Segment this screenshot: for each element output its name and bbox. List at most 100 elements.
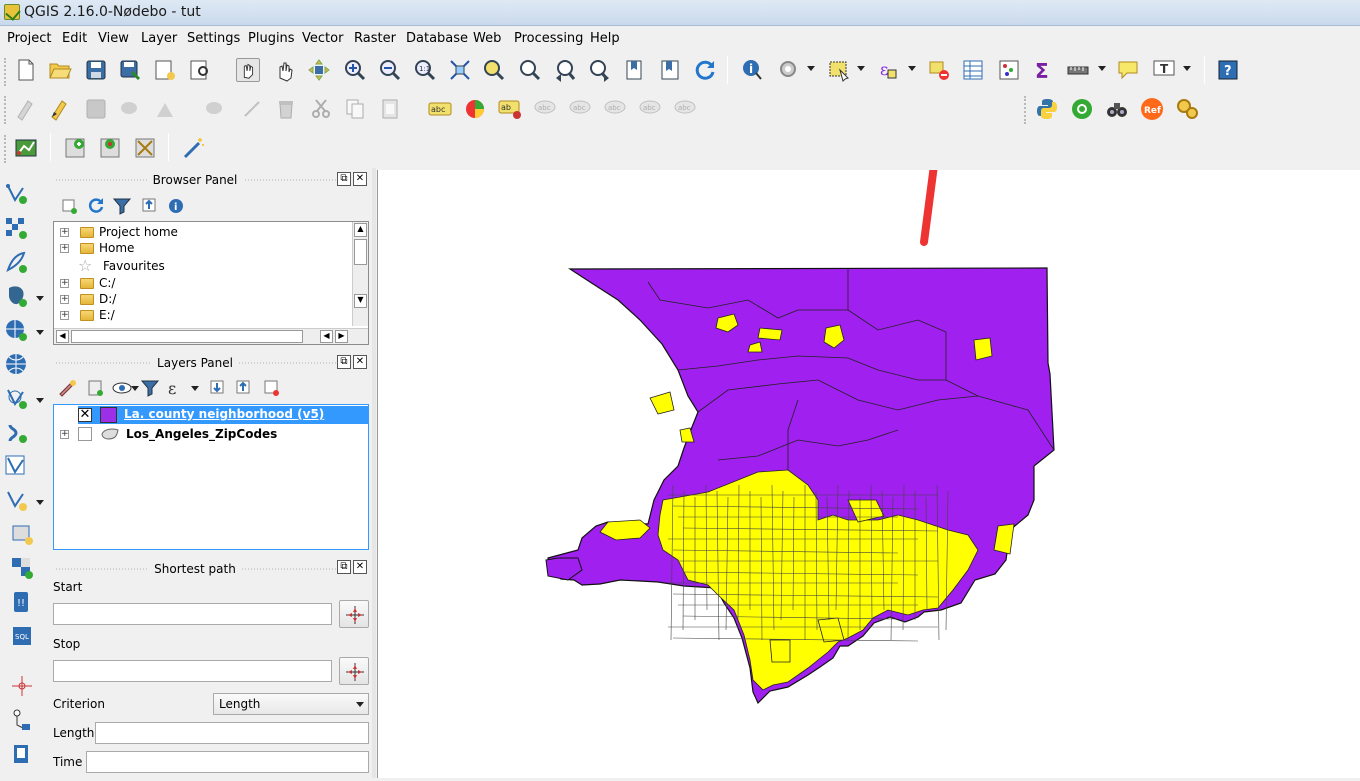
expand-all-icon[interactable]	[206, 376, 230, 400]
criterion-select[interactable]: Length	[213, 693, 369, 715]
expand-icon[interactable]: +	[60, 311, 69, 320]
zoom-last-icon[interactable]	[553, 58, 577, 82]
scroll-right-arrow-icon[interactable]: ▶	[335, 330, 348, 343]
show-bookmarks-icon[interactable]	[658, 58, 682, 82]
expand-icon[interactable]: +	[60, 295, 69, 304]
deselect-all-icon[interactable]	[927, 58, 951, 82]
add-group-icon[interactable]	[84, 376, 108, 400]
new-project-icon[interactable]	[14, 58, 38, 82]
interpolation-icon[interactable]	[133, 136, 157, 160]
search-binoculars-icon[interactable]	[1105, 97, 1129, 121]
delete-selected-node-icon[interactable]	[240, 97, 264, 121]
menu-database[interactable]: Database	[406, 31, 468, 46]
layers-panel-float-button[interactable]: ⧉	[337, 355, 351, 369]
wms-dropdown-arrow[interactable]	[36, 330, 44, 335]
zip-area-polygon[interactable]	[649, 391, 675, 415]
shortest-path-float-button[interactable]: ⧉	[337, 560, 351, 574]
attribute-table-icon[interactable]	[961, 58, 985, 82]
zoom-next-icon[interactable]	[588, 58, 612, 82]
layer-styling-icon[interactable]	[56, 376, 80, 400]
menu-processing[interactable]: Processing	[514, 31, 583, 46]
add-mssql-layer-icon[interactable]	[10, 522, 34, 546]
browser-properties-icon[interactable]: i	[164, 194, 188, 218]
text-annotation-icon[interactable]: T	[1152, 58, 1176, 82]
browser-panel-float-button[interactable]: ⧉	[337, 172, 351, 186]
vector-tools-icon[interactable]	[10, 742, 34, 766]
start-point-capture-button[interactable]	[339, 600, 369, 628]
show-hide-labels-icon[interactable]: abc	[568, 97, 592, 121]
toolbar-grip[interactable]	[4, 135, 8, 163]
zip-area-polygon[interactable]	[757, 327, 783, 341]
shortest-path-plugin-icon[interactable]	[14, 136, 38, 160]
layers-panel-close-button[interactable]: ✕	[353, 355, 367, 369]
action-dropdown-arrow[interactable]	[807, 66, 815, 71]
start-point-input[interactable]	[53, 603, 332, 625]
map-tips-icon[interactable]	[1116, 58, 1140, 82]
add-spatialite-layer-icon[interactable]	[4, 250, 28, 274]
sql-window-icon[interactable]: SQL	[10, 624, 34, 648]
panel-splitter[interactable]	[372, 168, 376, 778]
stop-point-input[interactable]	[53, 660, 332, 682]
layer-visibility-checkbox[interactable]: ✕	[78, 408, 92, 422]
add-wfs-layer-icon[interactable]	[4, 386, 28, 410]
browser-refresh-icon[interactable]	[84, 194, 108, 218]
zoom-native-icon[interactable]: 1:1	[413, 58, 437, 82]
expression-filter-dropdown-arrow[interactable]	[191, 386, 199, 391]
current-edits-icon[interactable]	[14, 97, 38, 121]
annotation-dropdown-arrow[interactable]	[1183, 66, 1191, 71]
browser-vertical-scrollbar[interactable]: ▲ ▼	[352, 222, 368, 326]
select-features-icon[interactable]	[827, 58, 851, 82]
magic-wand-icon[interactable]	[182, 136, 206, 160]
scrollbar-thumb[interactable]	[71, 330, 303, 343]
plugin-manager-icon[interactable]	[1070, 97, 1094, 121]
menu-plugins[interactable]: Plugins	[248, 31, 295, 46]
label-toolbar-icon[interactable]: abc	[428, 97, 452, 121]
select-by-expression-icon[interactable]: ε	[876, 58, 900, 82]
zip-area-polygon[interactable]	[769, 639, 791, 663]
collapse-all-icon[interactable]	[138, 194, 162, 218]
shortest-path-close-button[interactable]: ✕	[353, 560, 367, 574]
pan-to-selection-icon[interactable]	[307, 58, 331, 82]
length-output[interactable]	[95, 722, 369, 744]
menu-vector[interactable]: Vector	[302, 31, 343, 46]
zip-area-polygon[interactable]	[973, 337, 993, 361]
menu-view[interactable]: View	[98, 31, 129, 46]
scroll-down-arrow-icon[interactable]: ▼	[354, 294, 367, 308]
zoom-to-layer-icon[interactable]	[518, 58, 542, 82]
select-dropdown-arrow[interactable]	[857, 66, 865, 71]
filter-by-expression-icon[interactable]: ε	[164, 376, 188, 400]
network-analysis-icon[interactable]	[10, 708, 34, 732]
toggle-editing-icon[interactable]	[48, 97, 72, 121]
toolbar-grip[interactable]	[1024, 96, 1028, 124]
identify-features-icon[interactable]: i	[741, 58, 765, 82]
menu-layer[interactable]: Layer	[141, 31, 177, 46]
delete-selected-icon[interactable]	[274, 97, 298, 121]
add-selected-layers-icon[interactable]	[58, 194, 82, 218]
pan-map-icon[interactable]	[273, 58, 297, 82]
new-bookmark-icon[interactable]	[623, 58, 647, 82]
heatmap-icon[interactable]	[98, 136, 122, 160]
menu-raster[interactable]: Raster	[354, 31, 396, 46]
map-render[interactable]	[378, 87, 1360, 778]
postgis-dropdown-arrow[interactable]	[36, 296, 44, 301]
diagram-options-icon[interactable]	[463, 97, 487, 121]
action-run-icon[interactable]	[777, 58, 801, 82]
scroll-left-arrow-icon[interactable]: ◀	[56, 330, 69, 343]
node-tool-icon[interactable]	[203, 97, 227, 121]
stop-point-capture-button[interactable]	[339, 657, 369, 685]
open-project-icon[interactable]	[48, 58, 72, 82]
browser-filter-icon[interactable]	[110, 194, 134, 218]
browser-tree[interactable]: + Project home + Home ☆ Favourites + C:/…	[53, 221, 369, 345]
change-label-icon[interactable]: abc	[673, 97, 697, 121]
processing-toolbox-icon[interactable]	[1175, 97, 1199, 121]
add-feature-crosshair-icon[interactable]	[10, 674, 34, 698]
touch-zoom-pan-icon[interactable]	[236, 58, 260, 82]
add-feature-icon[interactable]	[118, 97, 142, 121]
add-wms-layer-icon[interactable]	[4, 318, 28, 342]
add-db2-layer-icon[interactable]	[10, 556, 34, 580]
collapse-all-layers-icon[interactable]	[232, 376, 256, 400]
menu-project[interactable]: Project	[7, 31, 51, 46]
map-canvas[interactable]	[377, 87, 1360, 778]
toolbar-grip[interactable]	[4, 96, 8, 124]
oracle-dropdown-arrow[interactable]	[36, 500, 44, 505]
